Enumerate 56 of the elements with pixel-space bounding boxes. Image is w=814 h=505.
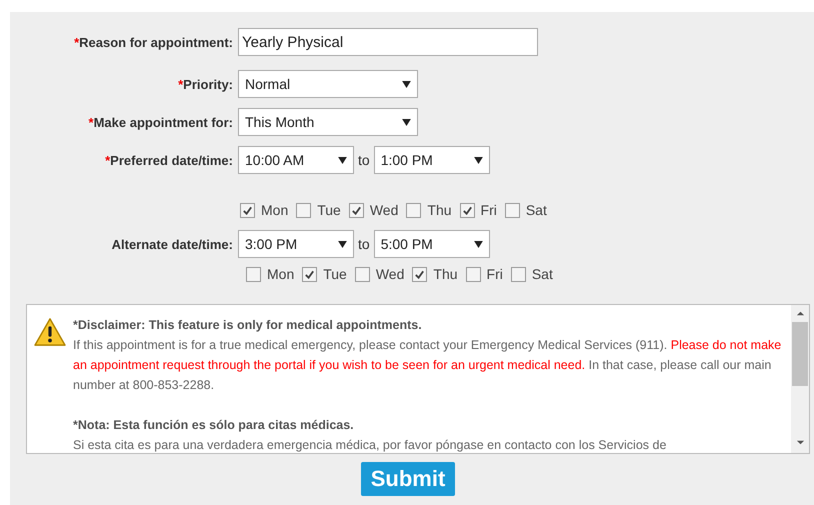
day-label: Sat bbox=[532, 266, 553, 282]
checkbox[interactable] bbox=[240, 202, 255, 218]
scroll-up-icon[interactable] bbox=[796, 309, 804, 318]
field-label: Reason for appointment: bbox=[79, 34, 233, 50]
to-label: to bbox=[358, 236, 370, 252]
reason-input[interactable]: Yearly Physical bbox=[238, 28, 538, 56]
checkbox[interactable] bbox=[296, 202, 312, 218]
checkbox[interactable] bbox=[354, 266, 370, 282]
scrollbar-thumb[interactable] bbox=[792, 322, 808, 386]
day-label: Thu bbox=[433, 266, 458, 282]
required-mark: * bbox=[74, 34, 80, 50]
required-mark: * bbox=[105, 152, 110, 168]
field-label: Priority: bbox=[183, 76, 233, 92]
required-mark: * bbox=[178, 76, 184, 92]
checkbox[interactable] bbox=[466, 266, 481, 282]
caret-icon bbox=[402, 118, 411, 126]
required-mark: * bbox=[88, 114, 94, 130]
field-label: Make appointment for: bbox=[94, 114, 233, 130]
field-label: Alternate date/time: bbox=[112, 236, 233, 252]
disclaimer-text: If this appointment is for a true medical emergency, please contact your Emergency Medical Services (911). Please do not make an appointment request through the portal if you wish to be seen for an urgent medical need. In that case, please call our main number at 800-853-2288. bbox=[73, 337, 782, 394]
day-label: Mon bbox=[261, 202, 288, 218]
disclaimer-heading: *Nota: Esta función es sólo para citas médicas. bbox=[73, 417, 355, 434]
checkbox[interactable] bbox=[412, 266, 428, 282]
time-dropdown[interactable]: 1:00 PM bbox=[374, 146, 490, 174]
checkbox[interactable] bbox=[406, 202, 422, 218]
day-label: Fri bbox=[486, 266, 503, 282]
checkbox[interactable] bbox=[460, 202, 475, 218]
caret-icon bbox=[474, 240, 483, 248]
checkbox[interactable] bbox=[348, 202, 364, 218]
to-label: to bbox=[358, 152, 370, 168]
caret-icon bbox=[338, 240, 347, 248]
checkbox[interactable] bbox=[510, 266, 526, 282]
field-label: Preferred date/time: bbox=[110, 152, 233, 168]
caret-icon bbox=[402, 80, 411, 88]
dropdown[interactable]: This Month bbox=[238, 108, 418, 136]
checkbox[interactable] bbox=[504, 202, 520, 218]
scroll-down-icon[interactable] bbox=[796, 438, 804, 447]
disclaimer-text: Si esta cita es para una verdadera emergencia médica, por favor póngase en contacto con los Servicios de bbox=[73, 437, 668, 453]
time-dropdown[interactable]: 10:00 AM bbox=[238, 146, 354, 174]
time-dropdown[interactable]: 3:00 PM bbox=[238, 230, 354, 258]
time-dropdown[interactable]: 5:00 PM bbox=[374, 230, 490, 258]
day-label: Tue bbox=[323, 266, 347, 282]
caret-icon bbox=[338, 156, 347, 164]
day-label: Thu bbox=[427, 202, 452, 218]
day-label: Fri bbox=[480, 202, 497, 218]
day-label: Wed bbox=[370, 202, 398, 218]
disclaimer-heading: *Disclaimer: This feature is only for medical appointments. bbox=[73, 317, 423, 334]
caret-icon bbox=[474, 156, 483, 164]
dropdown[interactable]: Normal bbox=[238, 70, 418, 98]
checkbox[interactable] bbox=[302, 266, 318, 282]
day-label: Mon bbox=[267, 266, 294, 282]
day-label: Sat bbox=[526, 202, 547, 218]
day-label: Wed bbox=[376, 266, 404, 282]
warning-icon bbox=[33, 317, 67, 347]
checkbox[interactable] bbox=[246, 266, 261, 282]
day-label: Tue bbox=[317, 202, 341, 218]
